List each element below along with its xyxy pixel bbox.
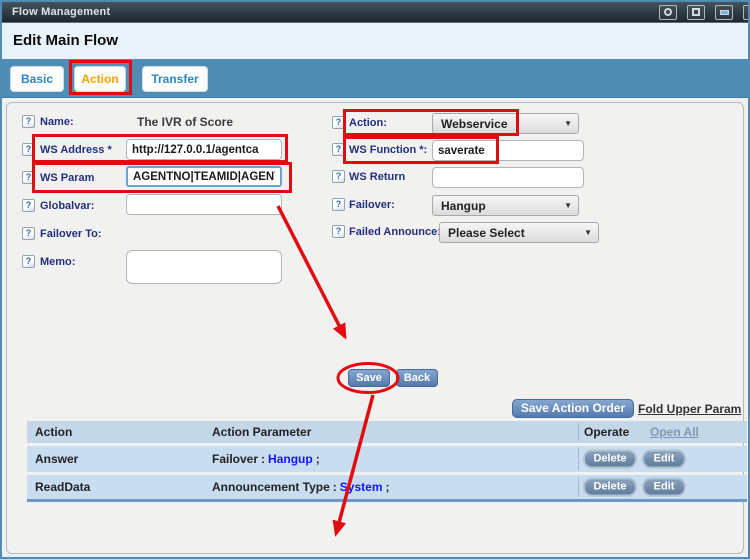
row-action-parameter: Announcement Type:System;	[212, 480, 390, 494]
window-titlebar: Flow Management	[2, 2, 748, 22]
ws-return-input[interactable]	[432, 167, 584, 188]
table-row-readdata: ReadData Announcement Type:System; Delet…	[27, 475, 747, 502]
tab-bar: Basic Action Transfer	[2, 59, 748, 98]
failed-announce-select-value: Please Select	[448, 226, 525, 240]
help-icon-ws-param[interactable]: ?	[22, 171, 35, 184]
page-header: Edit Main Flow	[2, 22, 748, 59]
ws-param-input[interactable]	[126, 166, 282, 187]
tab-basic[interactable]: Basic	[10, 66, 64, 92]
chevron-down-icon: ▼	[564, 201, 572, 210]
record-circle-icon[interactable]	[659, 5, 677, 20]
header-action-parameter: Action Parameter	[212, 425, 311, 439]
action-select-value: Webservice	[441, 117, 508, 131]
name-value: The IVR of Score	[137, 115, 233, 129]
failed-announce-select[interactable]: Please Select ▼	[439, 222, 599, 243]
ws-param-label: WS Param	[40, 172, 94, 184]
back-button[interactable]: Back	[396, 369, 438, 387]
help-icon-globalvar[interactable]: ?	[22, 199, 35, 212]
row-action-parameter: Failover:Hangup;	[212, 452, 320, 466]
header-action: Action	[35, 425, 72, 439]
column-divider	[578, 448, 579, 470]
help-icon-failover[interactable]: ?	[332, 198, 345, 211]
help-icon-action[interactable]: ?	[332, 116, 345, 129]
save-button[interactable]: Save	[348, 369, 390, 387]
name-label: Name:	[40, 116, 74, 128]
ws-function-label: WS Function *:	[349, 144, 427, 156]
help-icon-failed-announce[interactable]: ?	[332, 225, 345, 238]
delete-button[interactable]: Delete	[583, 478, 637, 497]
help-icon-ws-function[interactable]: ?	[332, 143, 345, 156]
param-label: Announcement Type	[212, 480, 330, 494]
page-title: Edit Main Flow	[13, 32, 748, 49]
param-terminator: ;	[316, 452, 320, 466]
globalvar-label: Globalvar:	[40, 200, 94, 212]
tab-action[interactable]: Action	[74, 66, 126, 92]
delete-button[interactable]: Delete	[583, 450, 637, 469]
param-separator: :	[261, 452, 265, 466]
failover-to-label: Failover To:	[40, 228, 102, 240]
row-action-name: Answer	[35, 452, 78, 466]
help-icon-memo[interactable]: ?	[22, 255, 35, 268]
edit-button[interactable]: Edit	[642, 478, 686, 497]
failover-select[interactable]: Hangup ▼	[432, 195, 579, 216]
action-label: Action:	[349, 117, 387, 129]
open-all-link[interactable]: Open All	[650, 425, 699, 439]
param-value-link[interactable]: Hangup	[268, 452, 313, 466]
chevron-down-icon: ▼	[584, 228, 592, 237]
tab-transfer[interactable]: Transfer	[142, 66, 208, 92]
param-label: Failover	[212, 452, 258, 466]
memo-textarea[interactable]	[126, 250, 282, 284]
clipped-window-icon[interactable]	[743, 5, 750, 20]
fold-upper-param-link[interactable]: Fold Upper Param	[638, 402, 741, 416]
action-select[interactable]: Webservice ▼	[432, 113, 579, 134]
param-terminator: ;	[386, 480, 390, 494]
failed-announce-label: Failed Announce:	[349, 226, 441, 238]
action-table-header: Action Action Parameter Operate Open All	[27, 421, 747, 443]
row-action-name: ReadData	[35, 480, 90, 494]
ws-return-label: WS Return	[349, 171, 405, 183]
fullscreen-icon[interactable]	[687, 5, 705, 20]
help-icon-ws-return[interactable]: ?	[332, 170, 345, 183]
window-controls	[659, 4, 748, 20]
failover-select-value: Hangup	[441, 199, 486, 213]
memo-label: Memo:	[40, 256, 75, 268]
help-icon-ws-address[interactable]: ?	[22, 143, 35, 156]
edit-button[interactable]: Edit	[642, 450, 686, 469]
help-icon-name[interactable]: ?	[22, 115, 35, 128]
flow-management-window: Flow Management Edit Main Flow Basic Act…	[0, 0, 750, 559]
failover-label: Failover:	[349, 199, 395, 211]
ws-function-input[interactable]	[432, 140, 584, 161]
chevron-down-icon: ▼	[564, 119, 572, 128]
column-divider	[578, 477, 579, 497]
globalvar-input[interactable]	[126, 194, 282, 215]
column-divider	[578, 423, 579, 441]
save-action-order-button[interactable]: Save Action Order	[512, 399, 634, 418]
header-operate: Operate	[584, 425, 629, 439]
ws-address-input[interactable]	[126, 139, 282, 160]
table-row-answer: Answer Failover:Hangup; Delete Edit	[27, 446, 747, 472]
help-icon-failover-to[interactable]: ?	[22, 227, 35, 240]
window-title: Flow Management	[12, 6, 110, 18]
ws-address-label: WS Address *	[40, 144, 112, 156]
param-value-link[interactable]: System	[340, 480, 383, 494]
param-separator: :	[333, 480, 337, 494]
restore-window-icon[interactable]	[715, 5, 733, 20]
